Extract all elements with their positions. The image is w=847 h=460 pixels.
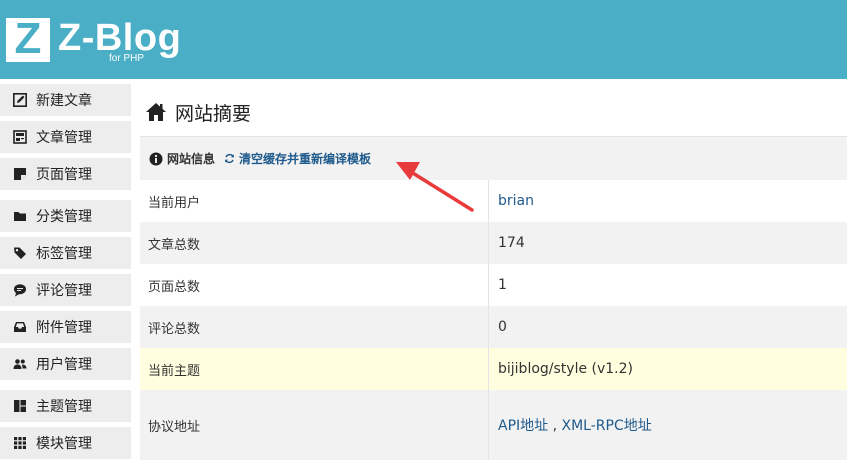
table-row: 当前用户 brian	[140, 180, 847, 222]
edit-icon	[13, 93, 27, 107]
table-row: 评论总数 0	[140, 306, 847, 348]
main-content: 网站摘要 网站信息 清空缓存并重新编译模板 当前用户 brian 文章总数 17…	[140, 79, 847, 460]
table-row: 协议地址 API地址 , XML-RPC地址	[140, 390, 847, 460]
api-address-link[interactable]: API地址	[498, 418, 548, 434]
sidebar-item-page-manage[interactable]: 页面管理	[0, 158, 131, 190]
sidebar-item-tag-manage[interactable]: 标签管理	[0, 237, 131, 269]
sidebar-item-label: 主题管理	[36, 399, 92, 415]
sidebar-item-label: 文章管理	[36, 130, 92, 146]
protocol-address-value: API地址 , XML-RPC地址	[498, 415, 652, 435]
page-title: 网站摘要	[175, 102, 252, 125]
page-title-row: 网站摘要	[145, 99, 251, 125]
row-label-current-theme: 当前主题	[148, 363, 201, 379]
row-label-article-count: 文章总数	[148, 237, 201, 253]
page-icon	[14, 168, 26, 180]
panel-header: 网站信息 清空缓存并重新编译模板	[140, 137, 847, 180]
sidebar-item-label: 分类管理	[36, 209, 92, 225]
sidebar-item-category-manage[interactable]: 分类管理	[0, 200, 131, 232]
link-separator: ,	[548, 418, 562, 434]
sidebar-item-label: 用户管理	[36, 357, 92, 373]
logo[interactable]: Z Z-Blog for PHP	[6, 14, 186, 68]
column-divider	[488, 390, 489, 460]
sidebar-item-article-manage[interactable]: 文章管理	[0, 121, 131, 153]
sidebar-item-label: 标签管理	[36, 246, 92, 262]
layout-icon	[14, 400, 26, 412]
folder-icon	[14, 212, 26, 221]
comment-count-value: 0	[498, 319, 507, 335]
sidebar-item-attachment-manage[interactable]: 附件管理	[0, 311, 131, 343]
row-label-comment-count: 评论总数	[148, 321, 201, 337]
inbox-icon	[14, 322, 26, 332]
row-label-current-user: 当前用户	[148, 195, 201, 211]
article-count-value: 174	[498, 235, 525, 251]
header: Z Z-Blog for PHP	[0, 0, 847, 79]
sidebar-item-label: 新建文章	[36, 93, 92, 109]
sidebar: 新建文章 文章管理 页面管理 分类管理 标签管理 评论管理 附件管理 用户管理 …	[0, 79, 131, 459]
sidebar-item-new-article[interactable]: 新建文章	[0, 84, 131, 116]
sidebar-item-comment-manage[interactable]: 评论管理	[0, 274, 131, 306]
sidebar-item-user-manage[interactable]: 用户管理	[0, 348, 131, 380]
row-label-protocol-address: 协议地址	[148, 419, 201, 435]
comment-icon	[14, 284, 26, 297]
sidebar-item-label: 附件管理	[36, 320, 92, 336]
column-divider	[488, 180, 489, 222]
panel-title: 网站信息	[167, 152, 216, 166]
column-divider	[488, 264, 489, 306]
clear-cache-link-text: 清空缓存并重新编译模板	[239, 152, 372, 166]
sidebar-item-module-manage[interactable]: 模块管理	[0, 427, 131, 459]
logo-mark-letter: Z	[14, 14, 42, 63]
tag-icon	[14, 247, 26, 259]
current-user-link[interactable]: brian	[498, 193, 534, 209]
xmlrpc-address-link[interactable]: XML-RPC地址	[562, 418, 652, 434]
logo-mark: Z	[6, 14, 50, 63]
home-icon	[146, 103, 166, 121]
clear-cache-link[interactable]: 清空缓存并重新编译模板	[224, 150, 371, 167]
grid-icon	[14, 437, 26, 449]
sidebar-item-theme-manage[interactable]: 主题管理	[0, 390, 131, 422]
info-icon	[149, 152, 163, 165]
column-divider	[488, 222, 489, 264]
row-label-page-count: 页面总数	[148, 279, 201, 295]
table-row: 页面总数 1	[140, 264, 847, 306]
users-icon	[13, 359, 27, 369]
site-info-panel: 网站信息 清空缓存并重新编译模板 当前用户 brian 文章总数 174 页面总…	[140, 136, 847, 460]
refresh-icon	[225, 153, 234, 164]
page-count-value: 1	[498, 277, 507, 293]
column-divider	[488, 306, 489, 348]
sidebar-item-label: 页面管理	[36, 167, 92, 183]
sidebar-item-label: 评论管理	[36, 283, 92, 299]
current-theme-value: bijiblog/style (v1.2)	[498, 361, 633, 377]
logo-subtitle: for PHP	[109, 53, 145, 64]
table-row: 文章总数 174	[140, 222, 847, 264]
table-row: 当前主题 bijiblog/style (v1.2)	[140, 348, 847, 390]
article-icon	[13, 130, 27, 144]
column-divider	[488, 348, 489, 390]
sidebar-item-label: 模块管理	[36, 436, 92, 452]
